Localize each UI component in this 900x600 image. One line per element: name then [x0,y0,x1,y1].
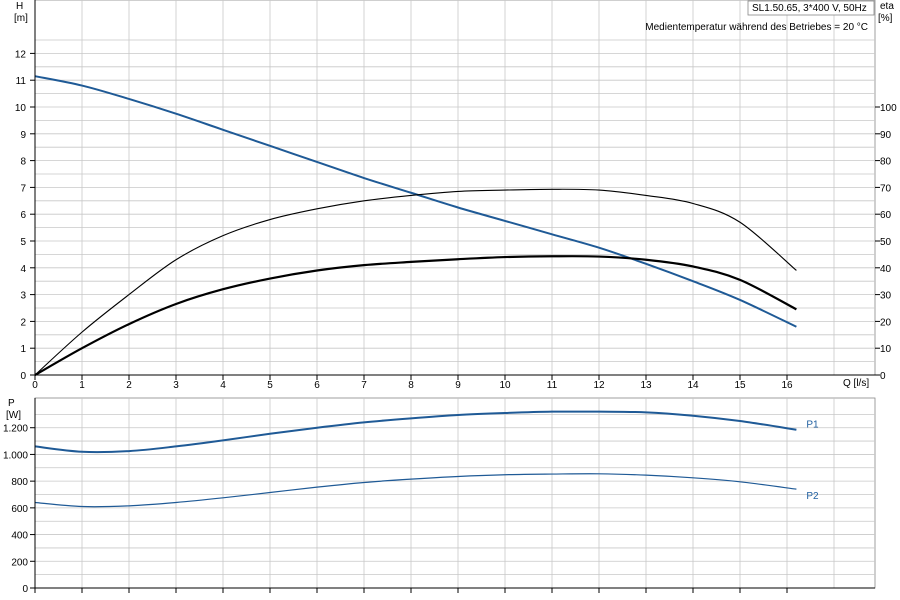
power-plot: P1 P2 0 200 400 600 800 1.000 1.200 P [W] [3,397,876,595]
left-y-tick-label: 0 [20,371,26,382]
x-tick-label: 2 [126,380,132,391]
x-tick-label: 13 [640,380,652,391]
x-tick-label: 3 [173,380,179,391]
right-y-tick-label: 10 [880,344,892,355]
x-tick-label: 7 [361,380,367,391]
x-tick-label: 11 [547,380,558,391]
right-y-tick-label: 70 [880,183,892,194]
left-y-tick-label: 5 [20,237,26,248]
left-y-tick-label: 1 [20,344,26,355]
right-y-tick-label: 30 [880,291,892,302]
x-tick-label: 14 [687,380,699,391]
left-y-tick-label: 9 [20,130,26,141]
x-tick-label: 0 [32,380,38,391]
left-y-tick-label: 6 [20,210,26,221]
left-y-tick-label: 10 [15,103,27,114]
series-label-p1: P1 [806,420,819,431]
right-axis-label-unit: [%] [878,13,893,24]
right-y-tick-label: 0 [880,371,886,382]
x-tick-label: 4 [220,380,226,391]
x-tick-label: 6 [314,380,320,391]
power-axis-label-p: P [8,398,15,409]
right-y-tick-label: 50 [880,237,892,248]
lower-plot-frame [34,397,876,589]
power-y-tick-label: 1.000 [3,450,28,461]
x-tick-label: 12 [593,380,605,391]
left-y-tick-label: 8 [20,157,26,168]
x-axis-label: Q [l/s] [843,378,869,389]
series-label-p2: P2 [806,491,819,502]
x-tick-label: 5 [267,380,273,391]
chart-title: SL1.50.65, 3*400 V, 50Hz [752,3,867,14]
left-y-tick-label: 11 [16,76,27,87]
left-y-tick-label: 3 [20,291,26,302]
x-tick-label: 9 [455,380,461,391]
power-y-tick-label: 1.200 [3,424,28,435]
power-y-tick-label: 200 [11,557,28,568]
right-y-tick-label: 20 [880,317,892,328]
right-y-tick-label: 80 [880,157,892,168]
power-y-tick-label: 800 [11,477,28,488]
power-y-tick-label: 400 [11,531,28,542]
left-axis-label-unit: [m] [14,13,28,24]
x-tick-label: 10 [499,380,511,391]
left-y-tick-label: 4 [20,264,26,275]
x-tick-label: 15 [734,380,746,391]
left-y-tick-label: 2 [20,317,26,328]
pump-curve-chart: 0 1 2 3 4 5 6 7 8 9 10 11 12 13 14 15 160123456789101112… [3,0,897,595]
left-y-tick-label: 12 [15,49,27,60]
right-y-tick-label: 60 [880,210,892,221]
left-y-tick-label: 7 [20,183,26,194]
x-tick-label: 16 [781,380,793,391]
right-y-tick-label: 40 [880,264,892,275]
head-efficiency-plot: 0 1 2 3 4 5 6 7 8 9 10 11 12 13 14 15 160123456789101112… [14,0,897,391]
left-axis-label-h: H [16,1,23,12]
right-axis-label-eta: eta [880,1,894,12]
chart-subtitle: Medientemperatur während des Betriebes =… [645,22,868,33]
x-tick-label: 8 [408,380,414,391]
x-tick-label: 1 [79,380,85,391]
power-y-tick-label: 600 [11,504,28,515]
power-y-tick-label: 0 [22,584,28,595]
right-y-tick-label: 90 [880,130,892,141]
power-axis-label-unit: [W] [6,410,21,421]
right-y-tick-label: 100 [880,103,897,114]
